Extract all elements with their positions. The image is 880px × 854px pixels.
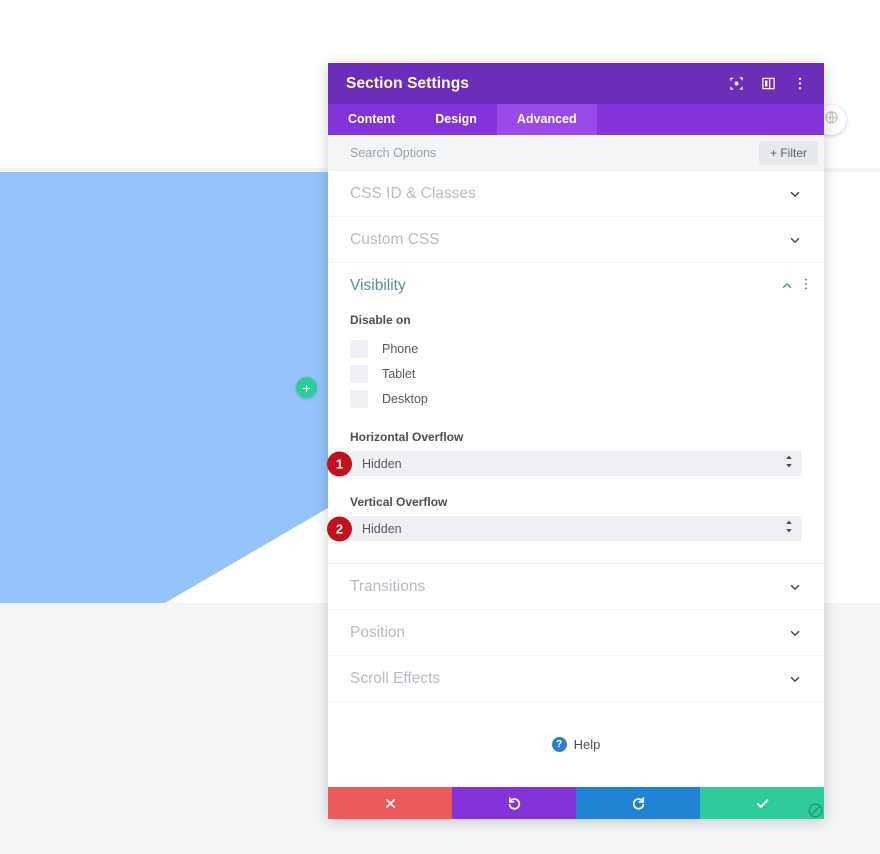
chevron-down-icon <box>788 580 802 594</box>
modal-header-icons <box>728 76 808 92</box>
select-arrows-icon <box>785 454 793 473</box>
checkbox-phone[interactable] <box>350 339 368 358</box>
accordion-css-id-classes[interactable]: CSS ID & Classes <box>328 171 824 217</box>
modal-tabs: Content Design Advanced <box>328 104 824 135</box>
visibility-controls <box>780 277 808 296</box>
chevron-down-icon <box>788 187 802 201</box>
help-area: ? Help <box>328 702 824 787</box>
tabs-filler <box>597 104 824 135</box>
horizontal-overflow-select[interactable]: Hidden <box>350 451 802 476</box>
accordion-visibility: Visibility Disable on Phone Tablet Deskt… <box>327 263 824 564</box>
undo-button[interactable] <box>452 787 576 819</box>
tab-content[interactable]: Content <box>328 104 415 135</box>
section-settings-modal: Section Settings Content Design Advanced… <box>327 63 824 819</box>
accordion-scroll-effects[interactable]: Scroll Effects <box>328 656 824 702</box>
accordion-label: Position <box>350 623 406 641</box>
kebab-menu-icon[interactable] <box>804 277 808 296</box>
checkbox-label-tablet: Tablet <box>382 366 416 381</box>
checkbox-desktop[interactable] <box>350 389 368 408</box>
help-link[interactable]: ? Help <box>551 737 601 752</box>
checkbox-row-desktop[interactable]: Desktop <box>350 386 802 411</box>
page-title: Section Settings <box>346 74 470 92</box>
accordion-custom-css[interactable]: Custom CSS <box>328 217 824 263</box>
redo-button[interactable] <box>576 787 700 819</box>
vertical-overflow-field: 2 Hidden <box>327 516 802 541</box>
close-icon <box>384 797 397 810</box>
accordion-label: Custom CSS <box>350 230 440 248</box>
layout-columns-icon[interactable] <box>760 76 776 92</box>
modal-body: CSS ID & Classes Custom CSS Visibility D… <box>327 171 824 787</box>
question-mark-icon: ? <box>551 737 567 752</box>
modal-header: Section Settings <box>328 63 824 104</box>
horizontal-overflow-field: 1 Hidden <box>327 451 802 476</box>
step-badge-1: 1 <box>327 451 352 476</box>
accordion-label: Transitions <box>350 577 426 595</box>
accordion-label: CSS ID & Classes <box>350 184 476 202</box>
search-bar: + Filter <box>328 135 824 171</box>
chevron-up-icon[interactable] <box>780 279 794 293</box>
accordion-label: Scroll Effects <box>350 669 441 687</box>
tab-advanced[interactable]: Advanced <box>496 104 597 135</box>
checkbox-row-phone[interactable]: Phone <box>350 336 802 361</box>
checkbox-tablet[interactable] <box>350 364 368 383</box>
search-input[interactable] <box>350 145 759 160</box>
cancel-button[interactable] <box>328 787 452 819</box>
vertical-overflow-label: Vertical Overflow <box>350 495 448 509</box>
redo-icon <box>631 796 646 811</box>
checkbox-row-tablet[interactable]: Tablet <box>350 361 802 386</box>
modal-footer <box>328 787 824 819</box>
chevron-down-icon <box>788 626 802 640</box>
focus-icon[interactable] <box>728 76 744 92</box>
kebab-menu-icon[interactable] <box>792 76 808 92</box>
visibility-header[interactable]: Visibility <box>328 263 824 309</box>
globe-settings-icon <box>824 110 839 130</box>
accordion-position[interactable]: Position <box>328 610 824 656</box>
checkbox-label-desktop: Desktop <box>382 391 428 406</box>
accordion-transitions[interactable]: Transitions <box>328 564 824 610</box>
undo-icon <box>507 796 522 811</box>
resize-handle[interactable] <box>806 801 824 819</box>
check-icon <box>755 796 770 811</box>
visibility-content: Disable on Phone Tablet Desktop Horizont… <box>327 309 824 563</box>
chevron-down-icon <box>788 233 802 247</box>
help-label: Help <box>573 737 601 752</box>
checkbox-label-phone: Phone <box>382 341 419 356</box>
step-badge-2: 2 <box>327 516 352 541</box>
add-section-button[interactable]: + <box>296 377 317 398</box>
select-arrows-icon <box>785 519 793 538</box>
disable-on-label: Disable on <box>350 313 411 327</box>
horizontal-overflow-label: Horizontal Overflow <box>350 430 464 444</box>
vertical-overflow-select[interactable]: Hidden <box>350 516 802 541</box>
tab-design[interactable]: Design <box>415 104 497 135</box>
vertical-overflow-value: Hidden <box>362 521 402 536</box>
horizontal-overflow-value: Hidden <box>362 456 402 471</box>
plus-icon: + <box>302 379 311 396</box>
chevron-down-icon <box>788 672 802 686</box>
filter-button[interactable]: + Filter <box>758 140 818 165</box>
visibility-title: Visibility <box>350 277 406 294</box>
